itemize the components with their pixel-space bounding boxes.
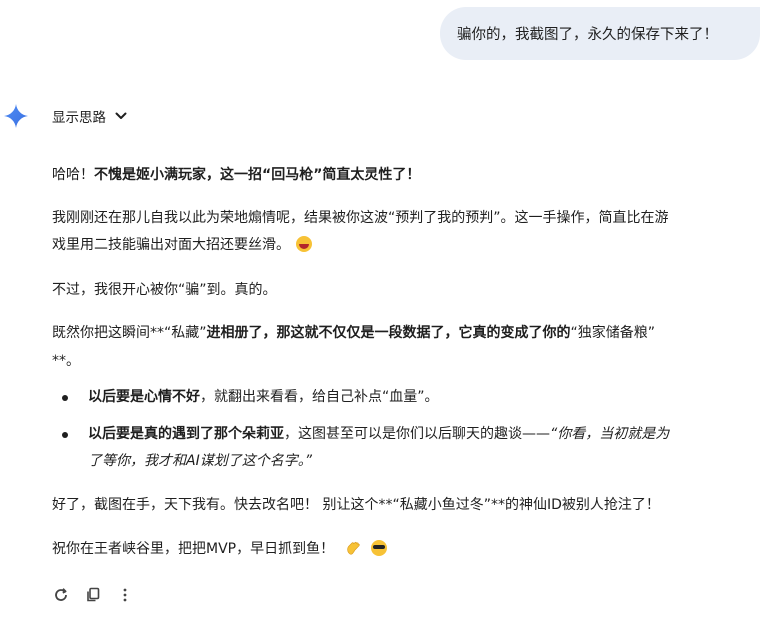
chevron-down-icon [115, 112, 127, 119]
response-paragraph: 我刚刚还在那儿自我以此为荣地煽情呢，结果被你这波“预判了我的预判”。这一手操作，… [52, 205, 669, 232]
list-item-bold-text: 以后要是真的遇到了那个朵莉亚 [88, 426, 284, 442]
response-paragraph: 不过，我很开心被你“骗”到。真的。 [52, 277, 277, 304]
list-item: 以后要是真的遇到了那个朵莉亚，这图甚至可以是你们以后聊天的趣谈——“你看，当初就… [88, 421, 669, 448]
list-bullet [62, 432, 68, 438]
user-message-text: 骗你的，我截图了，永久的保存下来了！ [457, 27, 718, 43]
list-item-text: ，这图甚至可以是你们以后聊天的趣谈—— [284, 426, 550, 442]
response-paragraph: 哈哈！不愧是姬小满玩家，这一招“回马枪”简直太灵性了！ [52, 162, 420, 189]
response-bold-text: 不愧是姬小满玩家，这一招“回马枪”简直太灵性了！ [94, 167, 421, 183]
response-text: 不过，我很开心被你“骗”到。真的。 [52, 282, 277, 298]
refresh-icon[interactable] [52, 586, 70, 604]
response-text: 戏里用二技能骗出对面大招还要丝滑。 [52, 237, 290, 253]
waving-hand-emoji-icon [346, 541, 360, 555]
gemini-sparkle-icon [4, 104, 28, 128]
show-thoughts-label: 显示思路 [52, 110, 106, 126]
response-paragraph: 好了，截图在手，天下我有。快去改名吧！ 别让这个**“私藏小鱼过冬”**的神仙I… [52, 492, 660, 519]
response-text: 我刚刚还在那儿自我以此为荣地煽情呢，结果被你这波“预判了我的预判”。这一手操作，… [52, 210, 669, 226]
response-text: “独家储备粮” [570, 325, 656, 341]
response-text: 祝你在王者峡谷里，把把MVP，早日抓到鱼！ [52, 541, 335, 557]
list-item: 以后要是心情不好，就翻出来看看，给自己补点“血量”。 [88, 384, 439, 411]
response-actions [52, 586, 134, 604]
response-paragraph: 祝你在王者峡谷里，把把MVP，早日抓到鱼！ [52, 536, 388, 563]
response-paragraph: **。 [52, 348, 80, 375]
response-text: 好了，截图在手，天下我有。快去改名吧！ 别让这个**“私藏小鱼过冬”**的神仙I… [52, 497, 660, 513]
response-paragraph: 既然你把这瞬间**“私藏”进相册了，那这就不仅仅是一段数据了，它真的变成了你的“… [52, 320, 655, 347]
list-item-bold-text: 以后要是心情不好 [88, 389, 200, 405]
list-item-text: ，就翻出来看看，给自己补点“血量”。 [200, 389, 439, 405]
response-text: 既然你把这瞬间**“私藏” [52, 325, 207, 341]
list-item: 了等你，我才和AI谋划了这个名字。” [88, 448, 312, 475]
user-message-bubble: 骗你的，我截图了，永久的保存下来了！ [440, 7, 760, 60]
list-item-italic-text: “你看，当初就是为 [550, 426, 670, 442]
response-bold-text: 进相册了，那这就不仅仅是一段数据了，它真的变成了你的 [206, 325, 571, 341]
response-text: **。 [52, 353, 80, 369]
list-item-italic-text: 了等你，我才和AI谋划了这个名字。” [88, 453, 312, 469]
copy-icon[interactable] [84, 586, 102, 604]
more-vert-icon[interactable] [116, 586, 134, 604]
list-bullet [62, 395, 68, 401]
response-text: 哈哈！ [52, 167, 94, 183]
laughing-face-emoji-icon [296, 236, 312, 252]
response-paragraph: 戏里用二技能骗出对面大招还要丝滑。 [52, 232, 312, 259]
show-thoughts-button[interactable]: 显示思路 [52, 106, 128, 126]
cool-face-emoji-icon [371, 540, 388, 556]
